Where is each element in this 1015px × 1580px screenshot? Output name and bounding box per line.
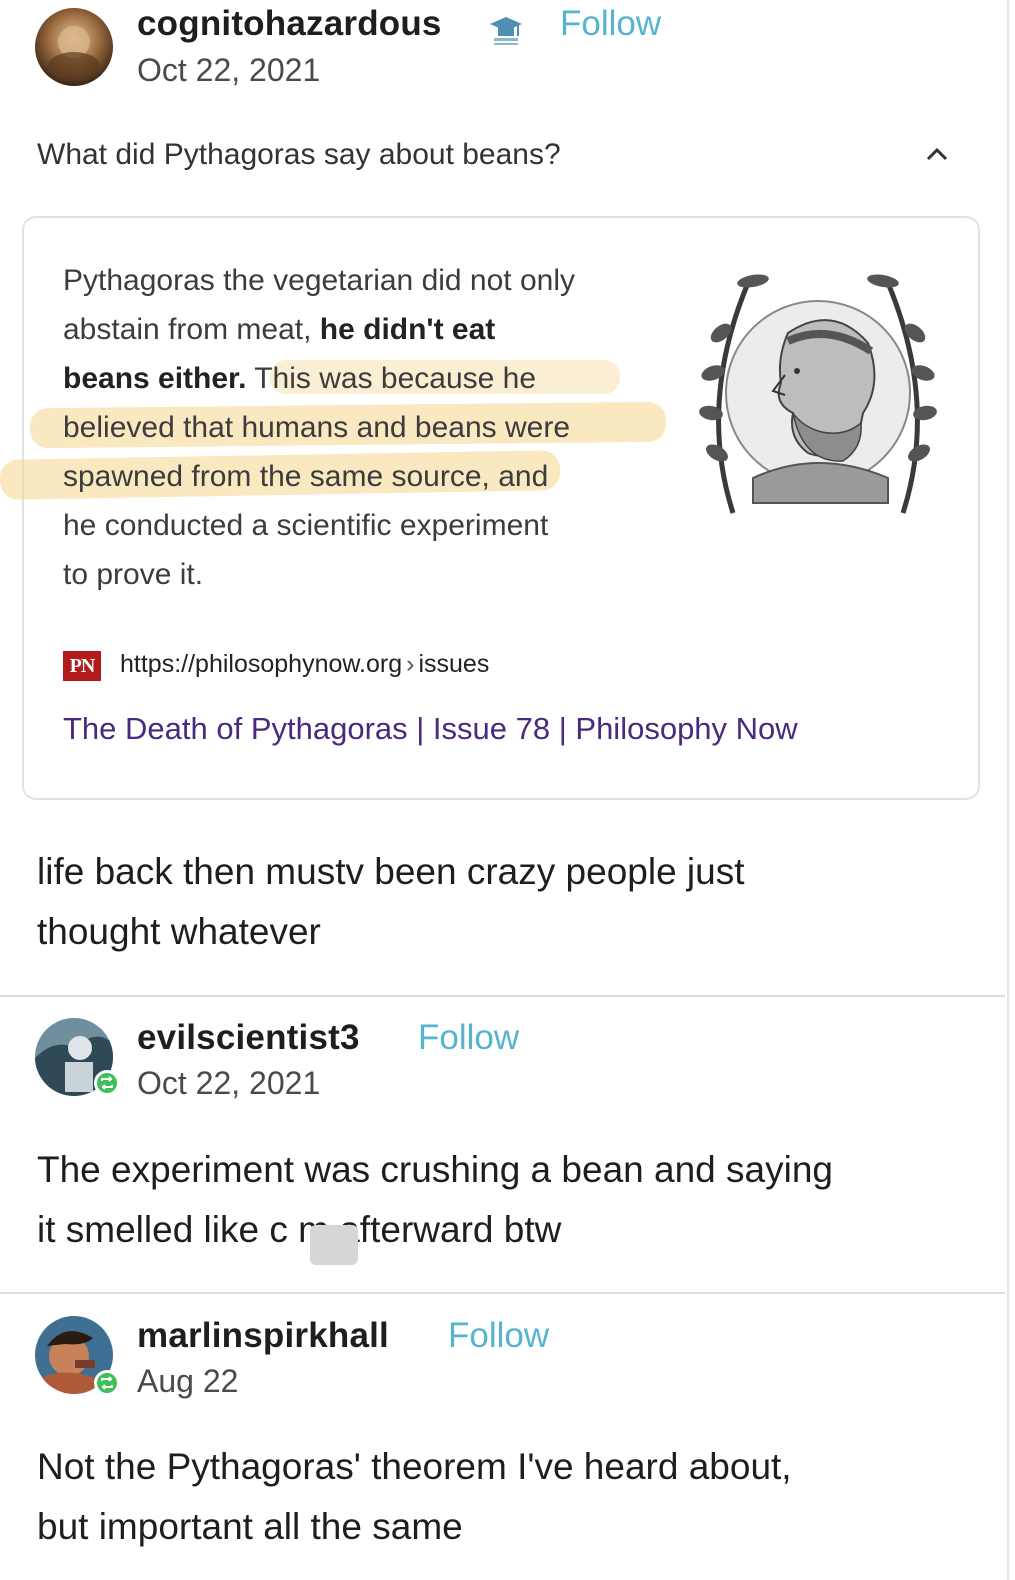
result-title-link[interactable]: The Death of Pythagoras | Issue 78 | Phi…: [63, 711, 798, 747]
post-text-line: Not the Pythagoras' theorem I've heard a…: [37, 1446, 792, 1487]
username[interactable]: marlinspirkhall: [137, 1316, 389, 1356]
source-url[interactable]: https://philosophynow.org › issues: [120, 650, 489, 679]
source-url-path: issues: [418, 650, 490, 678]
page-edge: [1007, 0, 1009, 1580]
reblog-icon: [94, 1070, 120, 1096]
snippet-line: he conducted a scientific experiment: [63, 509, 549, 542]
pythagoras-medallion-image: [693, 263, 943, 525]
snippet-segment: This was because he: [246, 362, 537, 395]
post-date: Aug 22: [137, 1363, 239, 1399]
post-text-line: but important all the same: [37, 1506, 463, 1547]
snippet-line: spawned from the same source, and: [63, 460, 549, 493]
snippet-bold: beans either.: [63, 362, 247, 395]
graduation-cap-icon: [488, 14, 524, 46]
post-text-line: The experiment was crushing a bean and s…: [37, 1149, 833, 1190]
source-url-domain: https://philosophynow.org: [120, 650, 403, 678]
search-question: What did Pythagoras say about beans?: [37, 138, 561, 171]
post-divider: [0, 1292, 1005, 1294]
post-divider: [0, 995, 1005, 997]
snippet-line: to prove it.: [63, 558, 204, 591]
post-date: Oct 22, 2021: [137, 52, 321, 88]
post-text-line: it smelled like c m afterward btw: [37, 1209, 562, 1250]
philosophy-now-logo: PN: [63, 651, 101, 681]
breadcrumb-separator: ›: [406, 650, 415, 678]
snippet-line: believed that humans and beans were: [63, 411, 571, 444]
follow-button[interactable]: Follow: [448, 1316, 549, 1356]
avatar[interactable]: [35, 8, 113, 86]
snippet-line: Pythagoras the vegetarian did not only: [63, 264, 576, 297]
snippet-line: beans either. This was because he: [63, 354, 575, 403]
censor-blur: [310, 1225, 358, 1265]
snippet-segment: abstain from meat,: [63, 313, 320, 346]
post-text-line: thought whatever: [37, 911, 321, 952]
post-text-line: life back then mustv been crazy people j…: [37, 851, 745, 892]
username[interactable]: evilscientist3: [137, 1018, 360, 1058]
chevron-up-icon[interactable]: [922, 142, 952, 166]
reblog-icon: [94, 1370, 120, 1396]
snippet-bold: he didn't eat: [319, 313, 496, 346]
follow-button[interactable]: Follow: [418, 1018, 519, 1058]
username[interactable]: cognitohazardous: [137, 4, 442, 44]
post-date: Oct 22, 2021: [137, 1065, 321, 1101]
snippet-line: abstain from meat, he didn't eat: [63, 305, 575, 354]
follow-button[interactable]: Follow: [560, 4, 661, 44]
featured-snippet-text: Pythagoras the vegetarian did not only a…: [63, 256, 575, 599]
